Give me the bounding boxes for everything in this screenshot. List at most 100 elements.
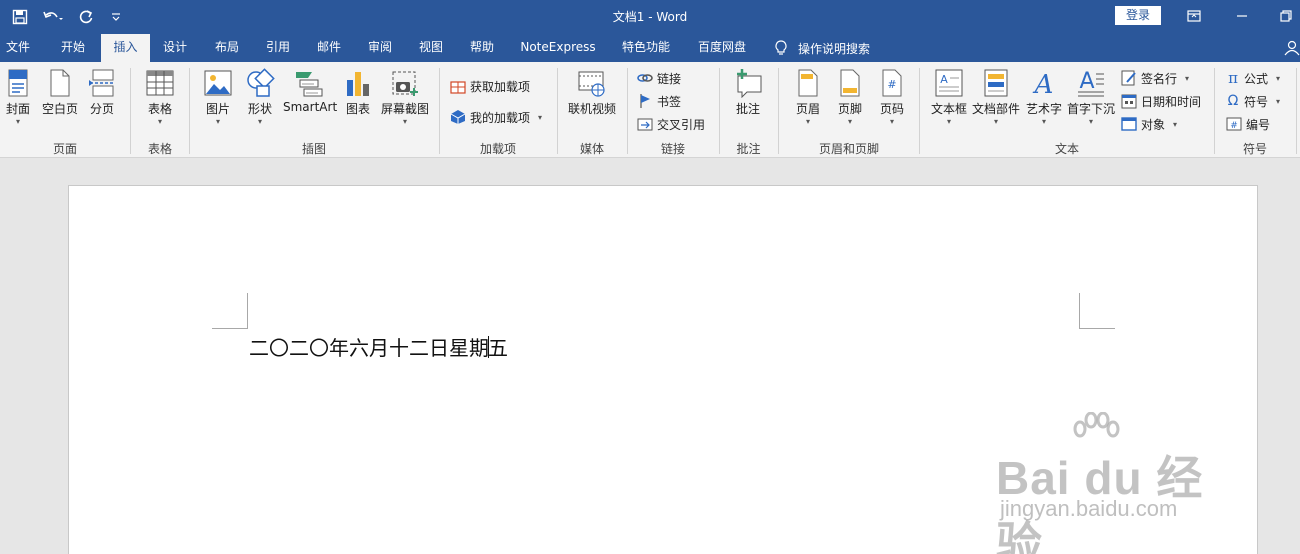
tab-insert[interactable]: 插入 bbox=[101, 34, 150, 62]
wordart-button[interactable]: A 艺术字 ▾ bbox=[1024, 68, 1064, 126]
link-button[interactable]: 链接 bbox=[637, 68, 681, 88]
number-icon: # bbox=[1226, 117, 1242, 131]
cross-reference-button[interactable]: 交叉引用 bbox=[637, 114, 705, 134]
online-video-label: 联机视频 bbox=[567, 102, 616, 116]
tab-baidu-netdisk[interactable]: 百度网盘 bbox=[688, 34, 756, 62]
symbol-button[interactable]: Ω 符号 ▾ bbox=[1226, 91, 1280, 111]
crop-mark-top-left bbox=[212, 293, 248, 329]
date-time-button[interactable]: 日期和时间 bbox=[1121, 91, 1201, 111]
screenshot-button[interactable]: 屏幕截图 ▾ bbox=[379, 68, 431, 126]
lightbulb-icon bbox=[775, 40, 787, 55]
chevron-down-icon: ▾ bbox=[889, 117, 894, 126]
signature-line-label: 签名行 bbox=[1141, 71, 1178, 86]
footer-button[interactable]: 页脚 ▾ bbox=[834, 68, 866, 126]
page-break-icon bbox=[89, 69, 114, 97]
footer-icon bbox=[840, 69, 860, 97]
number-button[interactable]: # 编号 bbox=[1226, 114, 1270, 134]
tab-layout[interactable]: 布局 bbox=[204, 34, 250, 62]
window-title: 文档1 - Word bbox=[612, 10, 688, 24]
minimize-icon bbox=[1237, 15, 1247, 17]
chevron-down-icon: ▾ bbox=[1276, 96, 1281, 106]
object-button[interactable]: 对象 ▾ bbox=[1121, 114, 1177, 134]
online-video-button[interactable]: 联机视频 bbox=[565, 68, 619, 117]
signature-line-button[interactable]: 签名行 ▾ bbox=[1121, 68, 1189, 88]
chevron-down-icon: ▾ bbox=[157, 117, 162, 126]
cross-reference-icon bbox=[637, 118, 653, 131]
my-addins-button[interactable]: 我的加载项 ▾ bbox=[450, 107, 542, 127]
restore-button[interactable] bbox=[1272, 4, 1300, 28]
picture-button[interactable]: 图片 ▾ bbox=[202, 68, 234, 126]
tab-file[interactable]: 文件 bbox=[0, 34, 36, 62]
shapes-button[interactable]: 形状 ▾ bbox=[242, 68, 278, 126]
group-label-illustrations: 插图 bbox=[301, 142, 326, 156]
table-icon bbox=[146, 70, 174, 96]
smartart-button[interactable]: SmartArt bbox=[283, 68, 338, 114]
tab-help[interactable]: 帮助 bbox=[459, 34, 505, 62]
page-break-label: 分页 bbox=[89, 102, 114, 116]
page-number-label: 页码 bbox=[879, 102, 904, 116]
chart-icon bbox=[347, 72, 369, 96]
new-comment-button[interactable]: 批注 bbox=[730, 68, 766, 117]
chevron-down-icon: ▾ bbox=[402, 117, 407, 126]
chevron-down-icon: ▾ bbox=[993, 117, 998, 126]
quick-parts-button[interactable]: 文档部件 ▾ bbox=[971, 68, 1021, 126]
crop-mark-top-right bbox=[1079, 293, 1115, 329]
tab-view[interactable]: 视图 bbox=[408, 34, 454, 62]
wordart-label: 艺术字 bbox=[1025, 102, 1062, 116]
ribbon-display-options-button[interactable] bbox=[1180, 4, 1208, 28]
cover-page-button[interactable]: 封面 ▾ bbox=[3, 68, 33, 126]
blank-page-button[interactable]: 空白页 bbox=[40, 68, 80, 117]
chevron-down-icon: ▾ bbox=[847, 117, 852, 126]
tab-home[interactable]: 开始 bbox=[50, 34, 96, 62]
page-break-button[interactable]: 分页 bbox=[86, 68, 118, 117]
tab-references[interactable]: 引用 bbox=[255, 34, 301, 62]
smartart-label: SmartArt bbox=[283, 100, 338, 114]
ribbon-options-icon bbox=[1187, 10, 1201, 22]
omega-icon: Ω bbox=[1227, 93, 1239, 109]
title-bar: 文档1 - Word 登录 bbox=[0, 0, 1300, 34]
tab-special-features[interactable]: 特色功能 bbox=[612, 34, 680, 62]
svg-text:A: A bbox=[1079, 69, 1094, 94]
share-person-icon[interactable] bbox=[1284, 40, 1300, 59]
page-number-button[interactable]: # 页码 ▾ bbox=[876, 68, 908, 126]
chart-label: 图表 bbox=[345, 102, 370, 116]
tab-mailings[interactable]: 邮件 bbox=[306, 34, 352, 62]
get-addins-button[interactable]: 获取加载项 bbox=[450, 76, 530, 96]
minimize-button[interactable] bbox=[1228, 4, 1256, 28]
chevron-down-icon: ▾ bbox=[538, 112, 543, 122]
document-body-text[interactable]: 二〇二〇年六月十二日星期五 bbox=[249, 332, 508, 361]
table-button[interactable]: 表格 ▾ bbox=[143, 68, 177, 126]
tab-noteexpress[interactable]: NoteExpress bbox=[512, 34, 604, 62]
login-button[interactable]: 登录 bbox=[1115, 6, 1161, 25]
ribbon-tabs: 文件 开始 插入 设计 布局 引用 邮件 审阅 视图 帮助 NoteExpres… bbox=[0, 34, 1300, 62]
group-label-comments: 批注 bbox=[736, 142, 761, 156]
group-label-tables: 表格 bbox=[147, 142, 172, 156]
svg-text:A: A bbox=[1033, 70, 1054, 98]
bookmark-icon bbox=[640, 94, 650, 108]
tab-review[interactable]: 审阅 bbox=[357, 34, 403, 62]
blank-page-label: 空白页 bbox=[41, 102, 78, 116]
equation-button[interactable]: π 公式 ▾ bbox=[1226, 68, 1280, 88]
group-label-addins: 加载项 bbox=[479, 142, 516, 156]
bookmark-button[interactable]: 书签 bbox=[637, 91, 681, 111]
date-time-label: 日期和时间 bbox=[1141, 94, 1202, 109]
blank-page-icon bbox=[50, 69, 70, 97]
tell-me-label: 操作说明搜索 bbox=[798, 41, 871, 56]
tell-me-search[interactable]: 操作说明搜索 bbox=[774, 34, 870, 62]
text-box-icon: A bbox=[935, 69, 963, 97]
header-icon bbox=[798, 69, 818, 97]
chart-button[interactable]: 图表 bbox=[342, 68, 374, 117]
cover-page-label: 封面 bbox=[5, 102, 30, 116]
tab-design[interactable]: 设计 bbox=[152, 34, 198, 62]
header-button[interactable]: 页眉 ▾ bbox=[792, 68, 824, 126]
group-label-pages: 页面 bbox=[52, 142, 77, 156]
chevron-down-icon: ▾ bbox=[215, 117, 220, 126]
shapes-icon bbox=[247, 68, 275, 97]
chevron-down-icon: ▾ bbox=[1173, 119, 1178, 129]
cover-page-icon bbox=[8, 69, 28, 97]
group-label-header-footer: 页眉和页脚 bbox=[818, 142, 879, 156]
table-label: 表格 bbox=[147, 102, 172, 116]
drop-cap-button[interactable]: A 首字下沉 ▾ bbox=[1066, 68, 1116, 126]
signature-line-icon bbox=[1121, 70, 1136, 86]
text-box-button[interactable]: A 文本框 ▾ bbox=[928, 68, 970, 126]
